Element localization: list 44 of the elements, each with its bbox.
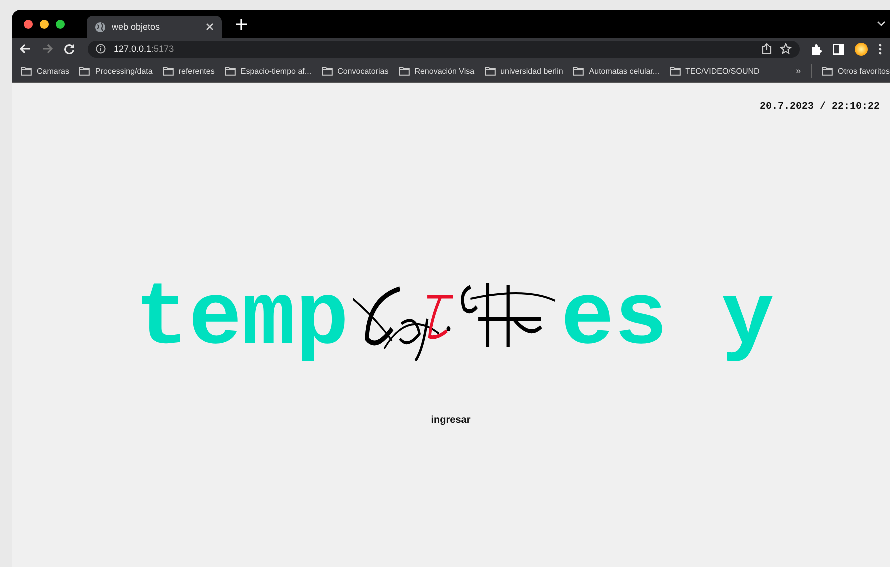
browser-tab[interactable]: web objetos: [87, 16, 222, 38]
bookmark-folder[interactable]: universidad berlin: [484, 66, 564, 76]
puzzle-icon[interactable]: [811, 44, 822, 54]
bookmark-folder[interactable]: Automatas celular...: [573, 66, 660, 76]
folder-icon: [398, 66, 410, 76]
profile-avatar[interactable]: [855, 42, 868, 56]
sidebar-icon[interactable]: [833, 44, 844, 54]
reload-icon[interactable]: [64, 44, 75, 54]
folder-icon: [322, 66, 333, 76]
folder-icon: [573, 66, 584, 76]
folder-icon: [822, 66, 833, 76]
folder-icon: [670, 66, 681, 76]
chevron-down-icon[interactable]: [877, 21, 886, 27]
enter-button[interactable]: ingresar: [427, 413, 475, 428]
new-tab-icon[interactable]: [236, 18, 247, 30]
bookmark-folder[interactable]: Processing/data: [79, 66, 153, 76]
bookmark-folder[interactable]: Espacio-tiempo af...: [224, 66, 312, 76]
folder-icon: [484, 66, 496, 76]
bookmark-folder[interactable]: Camaras: [21, 66, 70, 76]
menu-icon[interactable]: [879, 44, 882, 54]
folder-icon: [224, 66, 236, 76]
folder-icon: [79, 66, 90, 76]
bookmark-folder[interactable]: Convocatorias: [322, 66, 389, 76]
info-icon[interactable]: [96, 44, 106, 54]
close-icon[interactable]: [206, 23, 214, 31]
address-bar[interactable]: 127.0.0.1:5173: [88, 40, 800, 58]
url-text: 127.0.0.1:5173: [114, 44, 174, 54]
star-icon[interactable]: [780, 43, 792, 55]
folder-icon: [162, 66, 174, 76]
bookmark-folder[interactable]: Otros favoritos: [822, 66, 890, 76]
date-time: 20.7.2023 / 22:10:22: [760, 102, 880, 113]
more-bookmarks-button[interactable]: »: [796, 66, 801, 76]
heading: temp: [135, 275, 349, 365]
bookmark-folder[interactable]: Renovación Visa: [398, 66, 475, 76]
minimize-window-icon[interactable]: [40, 20, 49, 28]
globe-icon: [95, 22, 106, 32]
maximize-window-icon[interactable]: [56, 20, 65, 28]
heading: es y: [561, 275, 775, 365]
bookmark-folder[interactable]: referentes: [162, 66, 215, 76]
bookmark-folder[interactable]: TEC/VIDEO/SOUND: [670, 66, 760, 76]
back-arrow-icon[interactable]: [20, 44, 31, 54]
folder-icon: [21, 66, 32, 76]
share-icon[interactable]: [762, 43, 772, 55]
close-window-icon[interactable]: [24, 20, 33, 28]
